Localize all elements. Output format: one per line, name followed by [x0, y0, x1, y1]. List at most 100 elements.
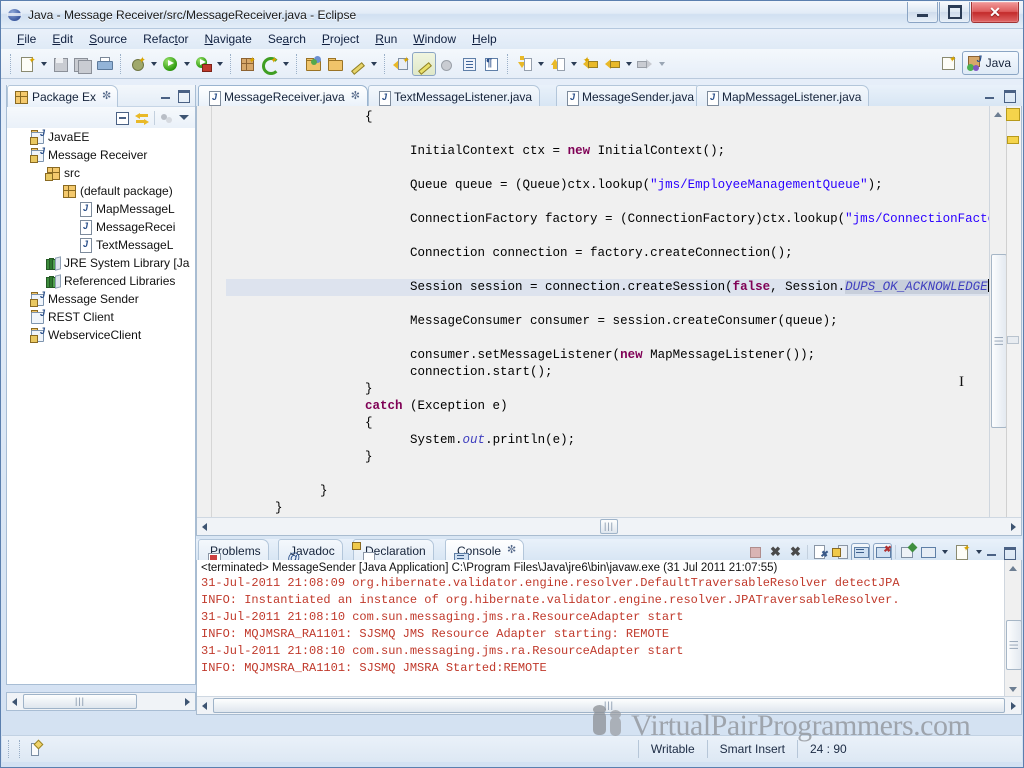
link-with-editor-icon[interactable]	[134, 110, 150, 126]
menu-file[interactable]: File	[9, 30, 44, 48]
pencil-icon[interactable]	[346, 53, 368, 75]
code-line[interactable]: connection.start();	[226, 364, 989, 381]
next-annotation-icon[interactable]	[513, 53, 535, 75]
overview-marker[interactable]	[1007, 336, 1019, 344]
scroll-left-arrow[interactable]	[7, 694, 22, 709]
menu-run[interactable]: Run	[367, 30, 405, 48]
close-icon[interactable]: ✼	[102, 91, 111, 102]
perspective-java-button[interactable]: J Java	[961, 51, 1019, 75]
maximize-icon[interactable]	[1004, 545, 1018, 560]
scroll-thumb[interactable]: |||	[600, 519, 618, 534]
console-tab-javadoc[interactable]: @ Javadoc	[278, 539, 343, 564]
code-line[interactable]	[226, 228, 989, 245]
code-line[interactable]: {	[226, 415, 989, 432]
tab-package-explorer[interactable]: Package Ex ✼	[7, 85, 119, 107]
scroll-up-arrow[interactable]	[1006, 561, 1020, 575]
menu-refactor[interactable]: Refactor	[135, 30, 196, 48]
status-resize-grip[interactable]	[8, 740, 20, 758]
code-line[interactable]: MessageConsumer consumer = session.creat…	[226, 313, 989, 330]
overview-marker[interactable]	[1006, 108, 1020, 121]
display-selected-console-icon[interactable]	[919, 544, 936, 561]
show-whitespace-icon[interactable]	[458, 53, 480, 75]
skip-breakpoints-icon[interactable]	[436, 53, 458, 75]
package-explorer-hscrollbar[interactable]: |||	[6, 692, 196, 711]
clear-console-icon[interactable]: ✖	[811, 544, 828, 561]
menu-window[interactable]: Window	[405, 30, 464, 48]
pin-console-icon[interactable]	[899, 542, 917, 561]
menu-project[interactable]: Project	[314, 30, 367, 48]
editor-hscrollbar[interactable]: |||	[197, 517, 1021, 535]
remove-all-terminated-icon[interactable]: ✖	[787, 544, 804, 561]
tree-item[interactable]: J Message Receiver	[7, 146, 195, 164]
open-perspective-icon[interactable]: ✦	[937, 52, 959, 74]
run-icon[interactable]	[159, 53, 181, 75]
last-edit-location-icon[interactable]: ✦	[579, 53, 601, 75]
minimize-button[interactable]	[907, 2, 938, 23]
external-tools-icon[interactable]	[192, 53, 214, 75]
console-tab-problems[interactable]: Problems	[198, 539, 269, 566]
run-dropdown[interactable]	[181, 53, 192, 75]
new-wizard-dropdown[interactable]	[38, 53, 49, 75]
scroll-left-arrow[interactable]	[197, 698, 212, 713]
scroll-left-arrow[interactable]	[197, 519, 212, 534]
new-java-class-dropdown[interactable]	[280, 53, 291, 75]
menu-help[interactable]: Help	[464, 30, 505, 48]
tree-item[interactable]: J TextMessageL	[7, 236, 195, 254]
print-icon[interactable]	[93, 53, 115, 75]
scroll-thumb[interactable]: |||	[1006, 620, 1022, 670]
editor-tab-messagereceiver-java[interactable]: J MessageReceiver.java ✼	[198, 85, 368, 107]
toggle-mark-occurrences-icon[interactable]	[412, 51, 436, 76]
tree-item[interactable]: J MapMessageL	[7, 200, 195, 218]
debug-dropdown[interactable]	[148, 53, 159, 75]
minimize-icon[interactable]	[987, 545, 1001, 559]
collapse-all-icon[interactable]	[114, 110, 130, 126]
code-line[interactable]: catch (Exception e)	[226, 398, 989, 415]
external-tools-dropdown[interactable]	[214, 53, 225, 75]
code-line[interactable]: Session session = connection.createSessi…	[226, 279, 989, 296]
new-java-package-icon[interactable]: ✦	[236, 53, 258, 75]
console-tab-console[interactable]: Console ✼	[445, 539, 525, 565]
code-line[interactable]: }	[226, 449, 989, 466]
scroll-thumb[interactable]: |||	[213, 698, 1005, 713]
scroll-right-arrow[interactable]	[1006, 519, 1021, 534]
code-line[interactable]	[226, 126, 989, 143]
editor-vscrollbar[interactable]: |||	[989, 106, 1007, 535]
minimize-icon[interactable]	[985, 88, 999, 102]
scroll-right-arrow[interactable]	[1006, 698, 1021, 713]
back-icon[interactable]	[601, 53, 623, 75]
remove-launch-icon[interactable]: ✖	[767, 544, 784, 561]
forward-dropdown[interactable]	[656, 53, 667, 75]
code-line[interactable]	[226, 194, 989, 211]
console-tab-declaration[interactable]: Declaration	[352, 539, 434, 566]
editor-annotation-ruler[interactable]	[197, 106, 212, 535]
tree-item[interactable]: (default package)	[7, 182, 195, 200]
open-type-icon[interactable]	[302, 53, 324, 75]
code-line[interactable]: }	[226, 500, 989, 517]
tree-item[interactable]: JRE System Library [Ja	[7, 254, 195, 272]
code-line[interactable]	[226, 262, 989, 279]
maximize-icon[interactable]	[178, 88, 192, 103]
tree-item[interactable]: J MessageRecei	[7, 218, 195, 236]
new-java-class-icon[interactable]: ✦	[258, 53, 280, 75]
scroll-up-arrow[interactable]	[991, 107, 1005, 121]
code-line[interactable]: {	[226, 109, 989, 126]
editor-tab-messagesender-java[interactable]: J MessageSender.java	[556, 85, 703, 107]
next-annotation-dropdown[interactable]	[535, 53, 546, 75]
code-line[interactable]: consumer.setMessageListener(new MapMessa…	[226, 347, 989, 364]
menu-source[interactable]: Source	[81, 30, 135, 48]
menu-navigate[interactable]: Navigate	[196, 30, 259, 48]
tree-item[interactable]: J REST Client	[7, 308, 195, 326]
code-line[interactable]: }	[226, 483, 989, 500]
save-all-icon[interactable]	[71, 53, 93, 75]
project-tree[interactable]: J JavaEE J Message Receiver src (default pack…	[7, 128, 195, 684]
menu-edit[interactable]: Edit	[44, 30, 81, 48]
code-line[interactable]	[226, 160, 989, 177]
scroll-lock-icon[interactable]	[831, 544, 848, 561]
code-line[interactable]: Queue queue = (Queue)ctx.lookup("jms/Emp…	[226, 177, 989, 194]
new-wizard-icon[interactable]: ✦	[16, 53, 38, 75]
open-task-icon[interactable]	[324, 53, 346, 75]
tree-item[interactable]: Referenced Libraries	[7, 272, 195, 290]
scroll-right-arrow[interactable]	[180, 694, 195, 709]
overview-marker[interactable]	[1007, 136, 1019, 144]
close-button[interactable]: ✕	[971, 2, 1019, 23]
